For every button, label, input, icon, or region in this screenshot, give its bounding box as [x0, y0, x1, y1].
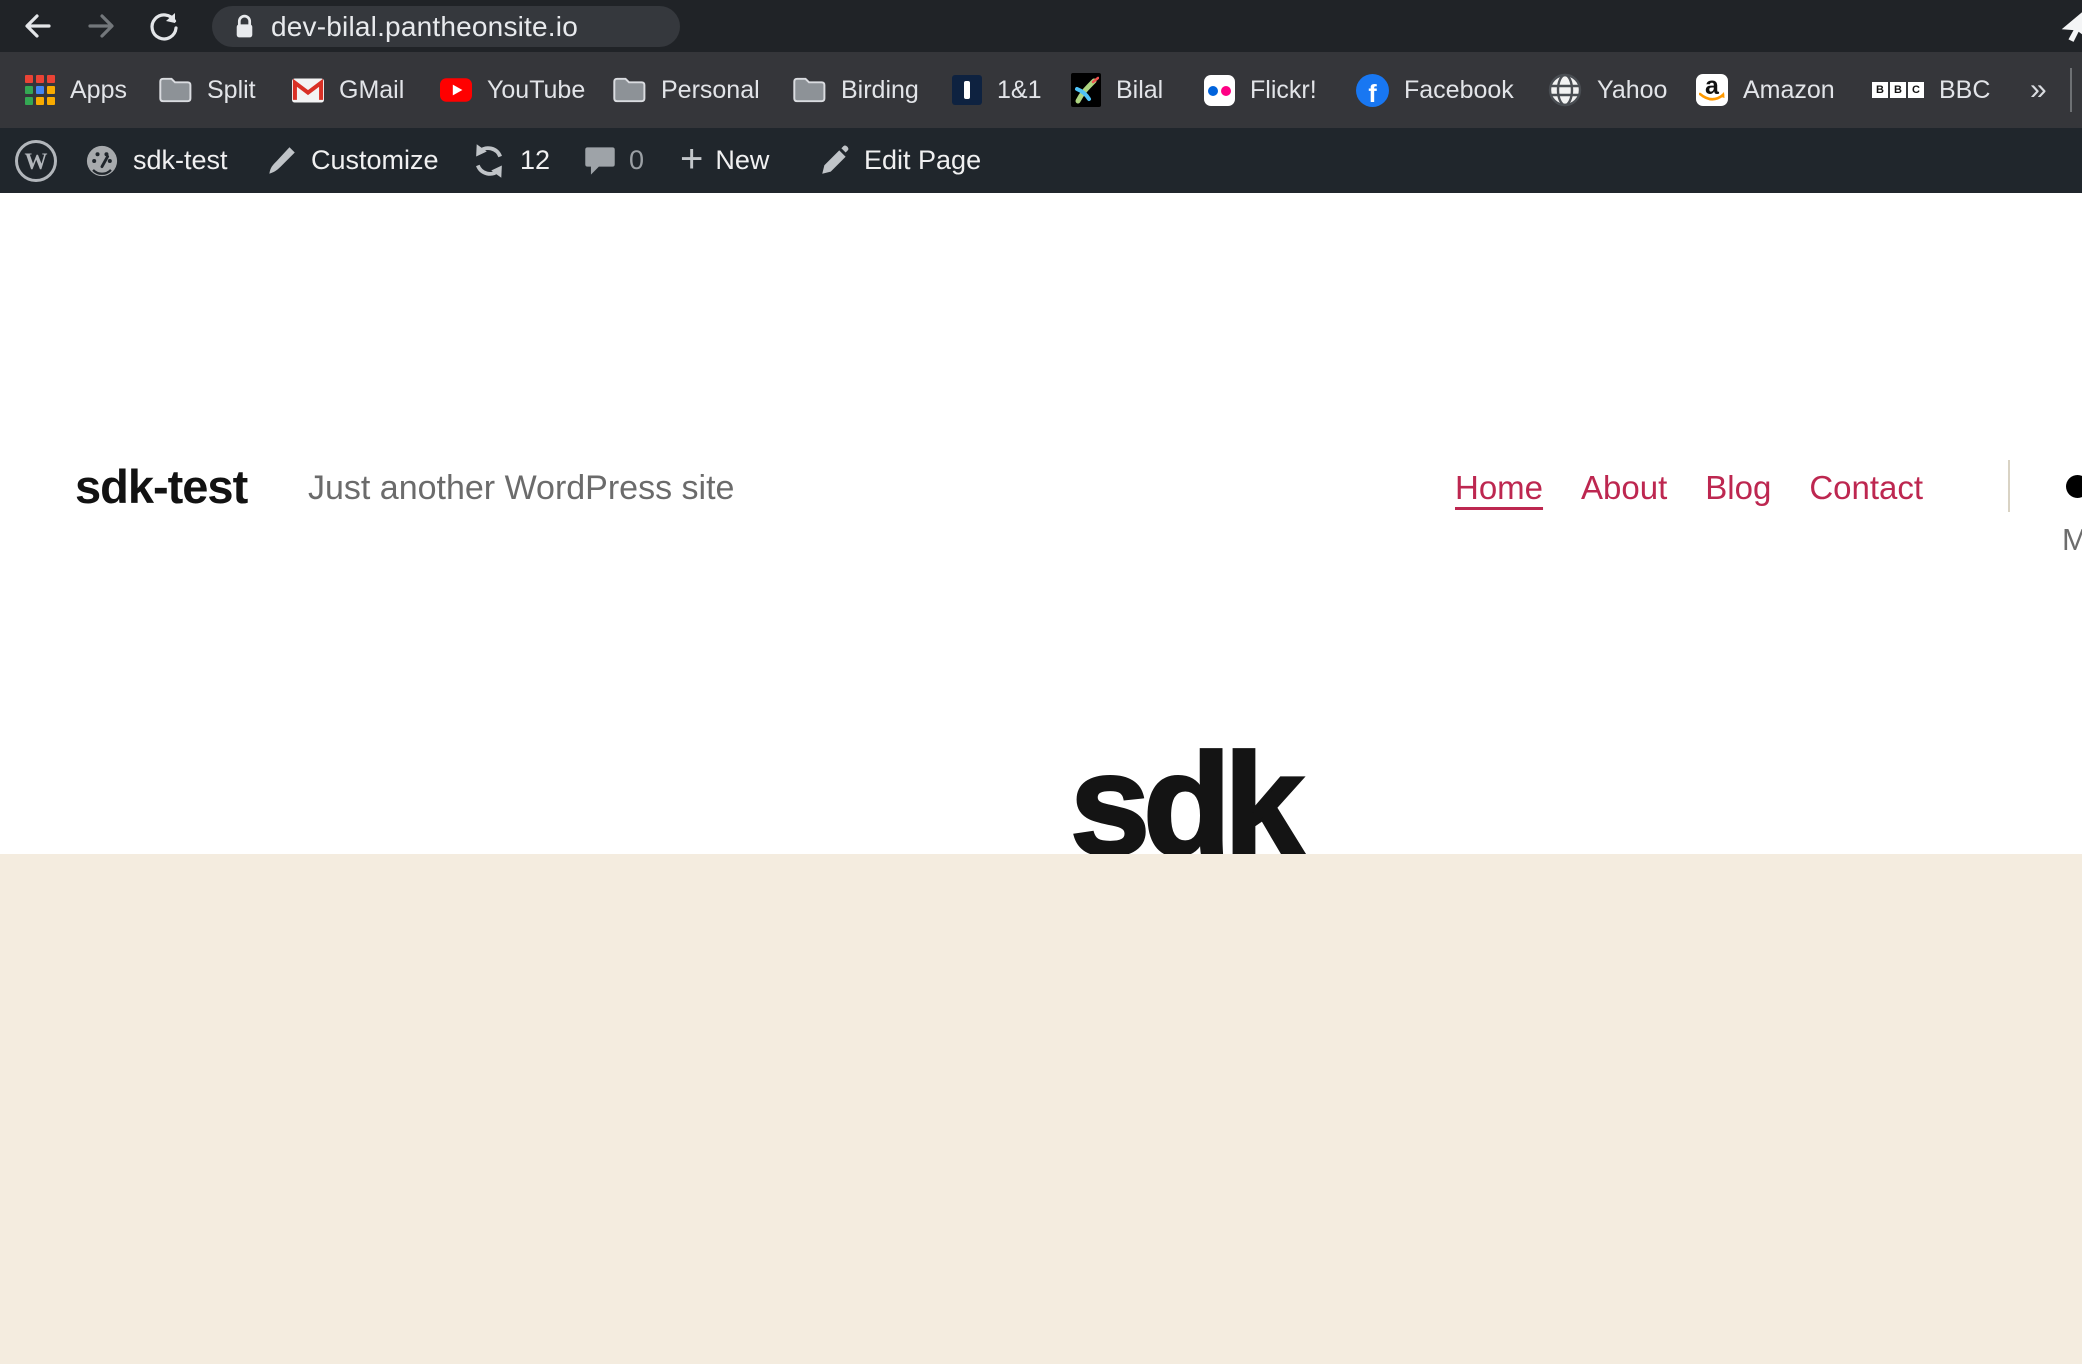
bookmark-bilal[interactable]: Bilal: [1071, 52, 1163, 128]
admin-customize[interactable]: Customize: [263, 128, 439, 193]
admin-edit-page-label: Edit Page: [864, 145, 981, 176]
wp-logo-menu[interactable]: W: [13, 128, 59, 193]
comment-bubble-icon: [583, 145, 617, 177]
bookmark-label: Flickr!: [1250, 76, 1317, 105]
wp-admin-bar: W sdk-test Customize 12: [0, 128, 2082, 193]
amazon-icon: a: [1696, 74, 1728, 106]
url-bar[interactable]: dev-bilal.pantheonsite.io: [212, 6, 680, 47]
bookmark-label: Personal: [661, 76, 760, 105]
bookmark-label: Birding: [841, 76, 919, 105]
reload-button[interactable]: [146, 8, 182, 44]
folder-icon: [158, 76, 192, 104]
pencil-icon: [818, 144, 852, 178]
bookmark-amazon[interactable]: a Amazon: [1696, 52, 1835, 128]
back-arrow-icon: [21, 9, 55, 43]
admin-site-name[interactable]: sdk-test: [83, 128, 228, 193]
apps-grid-icon: [25, 75, 55, 105]
header-dot-icon: [2066, 475, 2082, 498]
forward-button[interactable]: [83, 8, 119, 44]
bookmark-label: 1&1: [997, 76, 1041, 105]
mouse-cursor: [2060, 4, 2082, 46]
bookmark-label: Facebook: [1404, 76, 1514, 105]
bookmark-label: Apps: [70, 76, 127, 105]
bookmark-label: GMail: [339, 76, 404, 105]
bookmark-label: Yahoo: [1597, 76, 1667, 105]
sdk-logo-image: sdk: [1070, 749, 1310, 869]
admin-updates-count: 12: [520, 145, 550, 176]
nav-link-home[interactable]: Home: [1455, 469, 1543, 507]
admin-edit-page[interactable]: Edit Page: [818, 128, 981, 193]
admin-comments-count: 0: [629, 145, 644, 176]
update-arrows-icon: [470, 142, 508, 180]
svg-text:W: W: [25, 149, 48, 174]
site-content-white: sdk-test Just another WordPress site Hom…: [0, 193, 2082, 854]
forward-arrow-icon: [84, 9, 118, 43]
wordpress-logo-icon: W: [13, 138, 59, 184]
admin-comments[interactable]: 0: [583, 128, 644, 193]
folder-icon: [792, 76, 826, 104]
admin-new[interactable]: + New: [680, 128, 769, 193]
bbc-icon: BBC: [1872, 82, 1924, 98]
site-title[interactable]: sdk-test: [75, 459, 247, 514]
bookmark-apps[interactable]: Apps: [25, 52, 127, 128]
dashboard-gauge-icon: [83, 142, 121, 180]
folder-icon: [612, 76, 646, 104]
bookmark-split-folder[interactable]: Split: [158, 52, 256, 128]
bookmarks-overflow-chevron[interactable]: »: [2030, 52, 2047, 128]
bookmark-label: BBC: [1939, 76, 1990, 105]
bookmark-flickr[interactable]: Flickr!: [1204, 52, 1317, 128]
oneandone-icon: [952, 75, 982, 105]
browser-toolbar: dev-bilal.pantheonsite.io: [0, 0, 2082, 52]
bookmark-yahoo[interactable]: Yahoo: [1548, 52, 1667, 128]
facebook-icon: f: [1356, 74, 1389, 107]
bookmark-youtube[interactable]: YouTube: [440, 52, 585, 128]
bookmark-label: YouTube: [487, 76, 585, 105]
bookmark-label: Bilal: [1116, 76, 1163, 105]
admin-new-label: New: [715, 145, 769, 176]
gmail-icon: [292, 78, 324, 103]
bookmark-personal-folder[interactable]: Personal: [612, 52, 760, 128]
hummingbird-icon: [1071, 73, 1101, 107]
header-divider: [2008, 460, 2010, 512]
url-text: dev-bilal.pantheonsite.io: [271, 11, 578, 43]
reload-icon: [147, 9, 181, 43]
admin-site-name-label: sdk-test: [133, 145, 228, 176]
bookmark-bbc[interactable]: BBC BBC: [1872, 52, 1990, 128]
admin-customize-label: Customize: [311, 145, 439, 176]
flickr-icon: [1204, 75, 1235, 106]
bookmarks-bar: Apps Split GMail YouTube Personal Birdin…: [0, 52, 2082, 128]
globe-icon: [1548, 73, 1582, 107]
menu-button-cut[interactable]: M: [2062, 522, 2082, 558]
split-section: Split: sample_feature, Treatment = off E…: [0, 854, 2082, 1364]
nav-link-about[interactable]: About: [1581, 469, 1667, 507]
paintbrush-icon: [263, 143, 299, 179]
nav-link-blog[interactable]: Blog: [1705, 469, 1771, 507]
bookmark-label: Split: [207, 76, 256, 105]
bookmark-facebook[interactable]: f Facebook: [1356, 52, 1514, 128]
back-button[interactable]: [20, 8, 56, 44]
primary-navigation: Home About Blog Contact: [1455, 455, 1923, 521]
bookmark-1and1[interactable]: 1&1: [952, 52, 1041, 128]
site-tagline: Just another WordPress site: [308, 469, 734, 508]
nav-link-contact[interactable]: Contact: [1809, 469, 1923, 507]
plus-icon: +: [680, 139, 703, 179]
youtube-icon: [440, 78, 472, 102]
bookmarks-edge-divider: [2070, 68, 2072, 112]
bookmark-label: Amazon: [1743, 76, 1835, 105]
bookmark-birding-folder[interactable]: Birding: [792, 52, 919, 128]
bookmark-gmail[interactable]: GMail: [292, 52, 404, 128]
admin-updates[interactable]: 12: [470, 128, 550, 193]
lock-icon: [234, 13, 255, 40]
